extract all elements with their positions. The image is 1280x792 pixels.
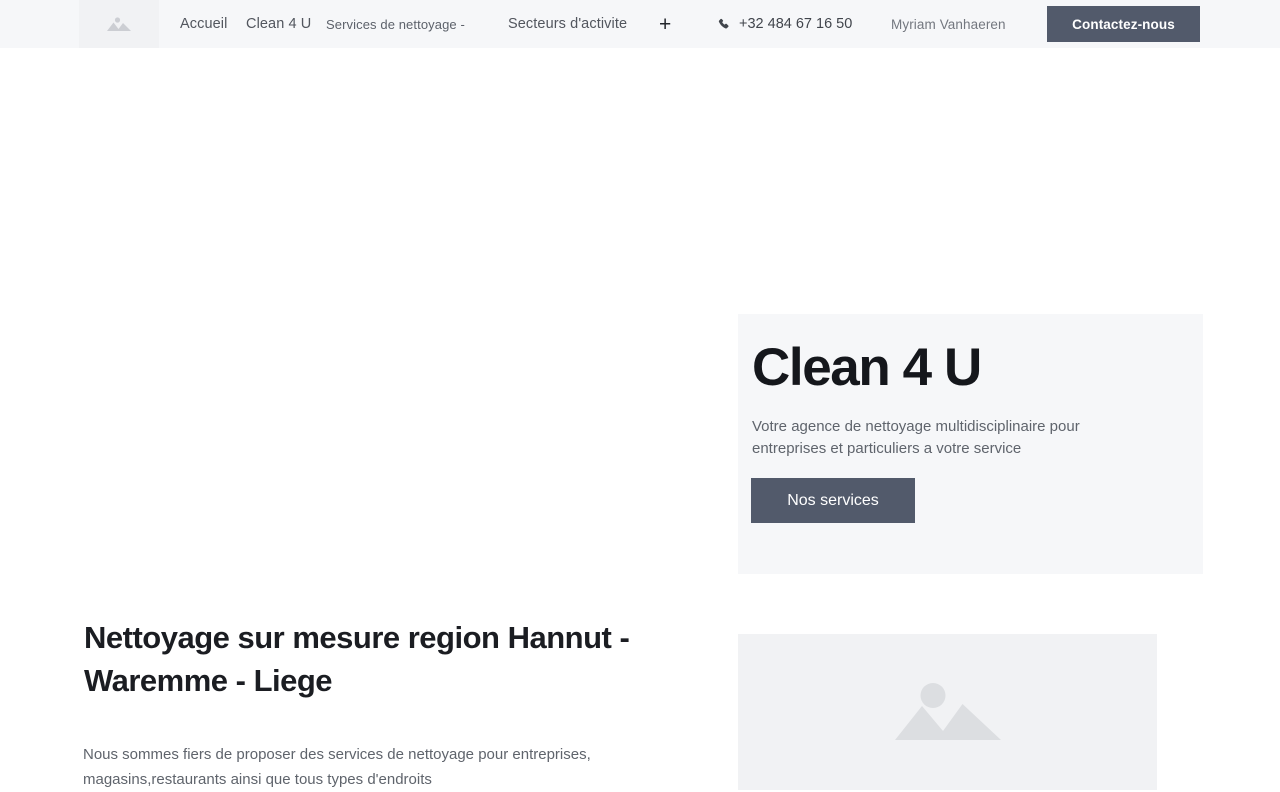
nav-link-services-de-nettoyage[interactable]: Services de nettoyage - xyxy=(326,0,465,48)
phone-number[interactable]: +32 484 67 16 50 xyxy=(718,0,852,48)
hero-card: Clean 4 U Votre agence de nettoyage mult… xyxy=(738,314,1203,574)
section-heading: Nettoyage sur mesure region Hannut - War… xyxy=(84,620,630,698)
image-placeholder-icon xyxy=(106,14,132,34)
hero-subtitle: Votre agence de nettoyage multidisciplin… xyxy=(752,418,1080,457)
section-paragraph: Nous sommes fiers de proposer des servic… xyxy=(83,746,591,788)
content-image-placeholder xyxy=(738,634,1157,790)
phone-number-text: +32 484 67 16 50 xyxy=(739,16,853,32)
phone-icon xyxy=(718,18,731,31)
hero-title: Clean 4 U xyxy=(752,338,982,397)
nav-link-clean-4-u[interactable]: Clean 4 U xyxy=(246,0,311,48)
contact-button[interactable]: Contactez-nous xyxy=(1047,6,1200,42)
nav-link-secteurs-activite[interactable]: Secteurs d'activite xyxy=(508,0,627,48)
plus-icon[interactable]: + xyxy=(659,0,671,48)
nos-services-button[interactable]: Nos services xyxy=(751,478,915,523)
image-placeholder-icon xyxy=(893,680,1003,744)
navbar: Accueil Clean 4 U Services de nettoyage … xyxy=(0,0,1280,48)
user-name[interactable]: Myriam Vanhaeren xyxy=(891,0,1006,48)
nav-link-accueil[interactable]: Accueil xyxy=(180,0,227,48)
logo[interactable] xyxy=(79,0,159,48)
